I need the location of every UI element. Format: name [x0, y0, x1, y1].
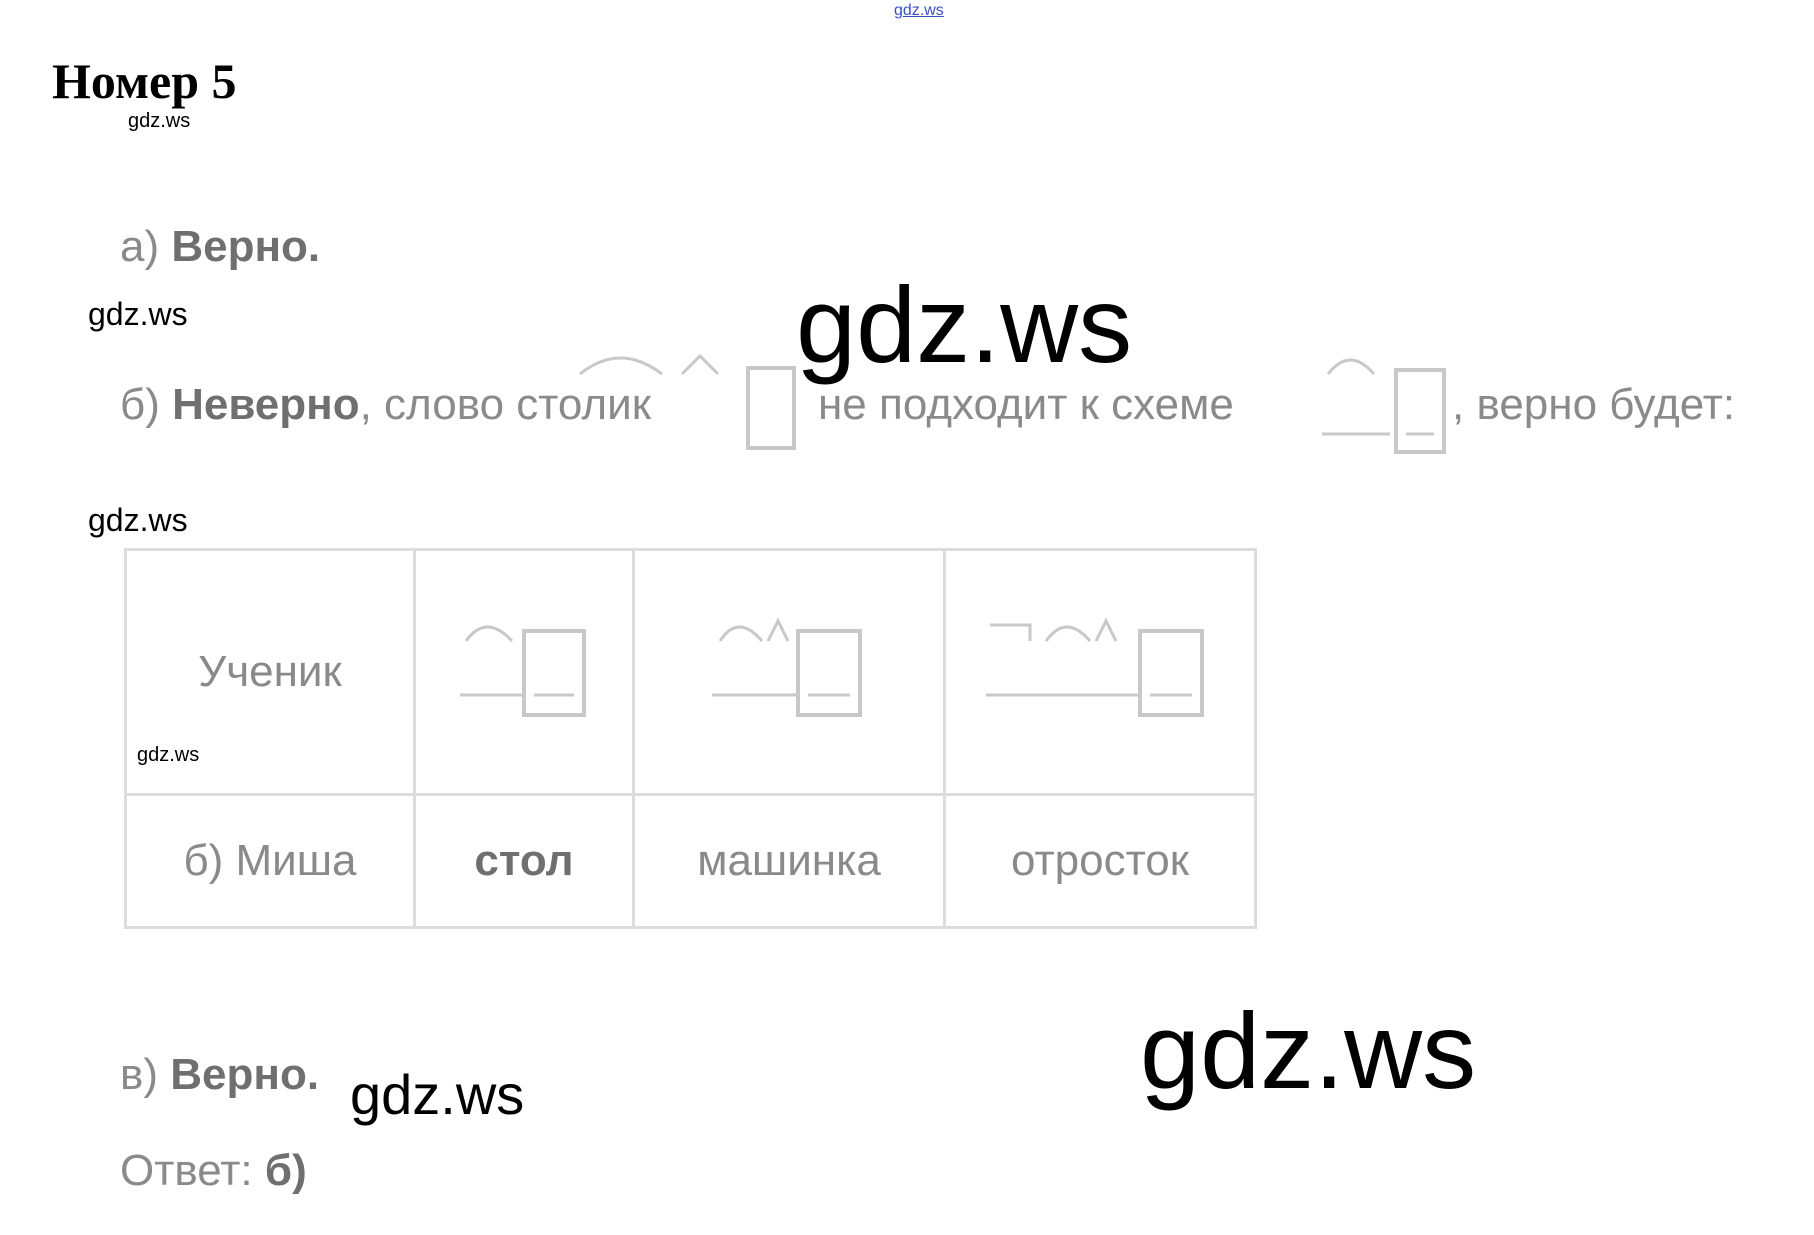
row-label-cell: б) Миша [124, 793, 416, 929]
answer-line-c: в) Верно. [120, 1050, 319, 1100]
scheme-root-suffix-ending-icon [712, 617, 862, 717]
line-a-verdict: Верно. [171, 222, 321, 271]
line-b-verdict: Неверно [172, 380, 360, 429]
line-a-label: а) [120, 222, 160, 271]
line-c-label: в) [120, 1050, 159, 1099]
scheme-root-ending-icon [460, 625, 586, 717]
watermark-big-1: gdz.ws [796, 264, 1133, 385]
header-student-label: Ученик [198, 647, 342, 696]
scheme-prefix-root-suffix-ending-icon [986, 617, 1204, 717]
line-b-label: б) [120, 380, 160, 429]
watermark-top[interactable]: gdz.ws [894, 2, 944, 20]
word-3: отросток [1011, 836, 1189, 885]
page-title: Номер 5 [52, 53, 237, 109]
answer-label: Ответ: [120, 1146, 253, 1195]
line-b-text-3: , верно будет: [1452, 380, 1736, 429]
watermark-left-1: gdz.ws [88, 296, 188, 332]
watermark-big-2: gdz.ws [1140, 990, 1477, 1111]
stolik-scheme-icon [579, 353, 796, 450]
line-b-text-2: не подходит к схеме [818, 380, 1234, 429]
word-cell-1: стол [413, 793, 635, 929]
scheme-cell-3 [943, 548, 1257, 796]
answer-value: б) [264, 1146, 307, 1195]
scheme-cell-2 [632, 548, 946, 796]
schemes-table: Ученик gdz.ws б) Миша стол машинка отрос… [124, 548, 1257, 929]
final-answer: Ответ: б) [120, 1146, 307, 1196]
line-c-verdict: Верно. [170, 1050, 320, 1099]
word-2: машинка [697, 836, 881, 885]
watermark-under-title: gdz.ws [128, 110, 191, 132]
watermark-in-table: gdz.ws [137, 744, 200, 766]
word-cell-3: отросток [943, 793, 1257, 929]
word-cell-2: машинка [632, 793, 946, 929]
table-row-words: б) Миша стол машинка отросток [124, 793, 1257, 929]
word-1: стол [474, 836, 574, 885]
row-label: б) Миша [183, 836, 357, 885]
table-row-schemes: Ученик gdz.ws [124, 548, 1257, 796]
watermark-mid-bottom: gdz.ws [350, 1063, 525, 1126]
header-cell-student: Ученик gdz.ws [124, 548, 416, 796]
target-scheme-icon [1322, 358, 1446, 454]
answer-line-a: а) Верно. [120, 222, 320, 272]
watermark-left-2: gdz.ws [88, 502, 188, 538]
scheme-cell-1 [413, 548, 635, 796]
